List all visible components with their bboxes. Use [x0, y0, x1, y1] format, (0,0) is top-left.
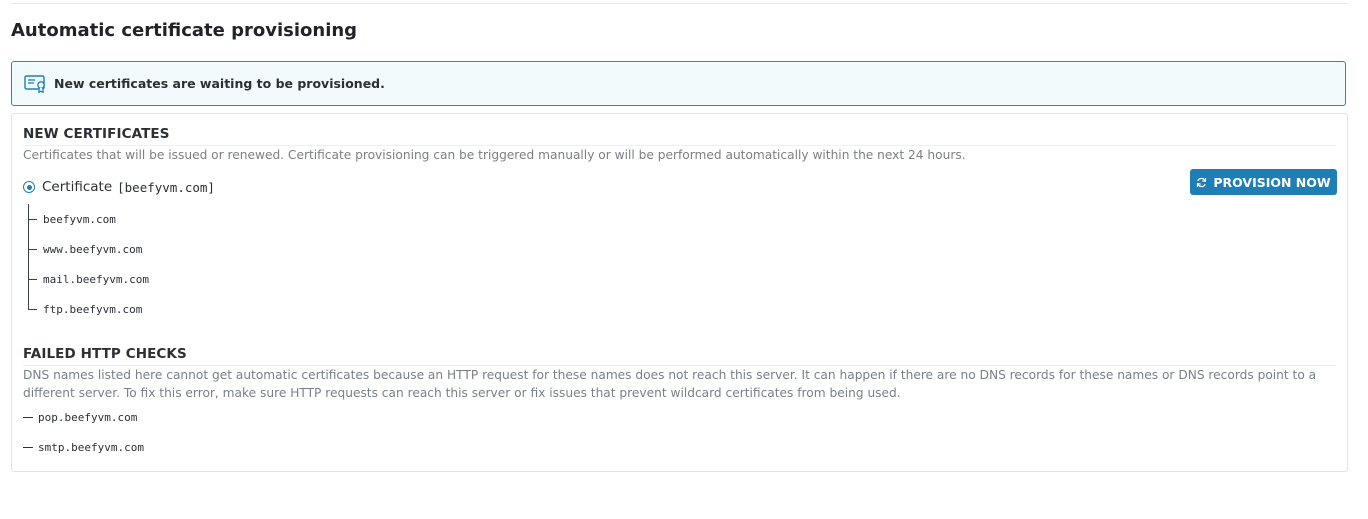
provision-now-label: PROVISION NOW: [1213, 174, 1331, 190]
failed-http-checks-description: DNS names listed here cannot get automat…: [23, 368, 1317, 400]
certificate-radio[interactable]: [23, 181, 35, 193]
certificate-icon: [23, 73, 49, 95]
page-title: Automatic certificate provisioning: [11, 20, 358, 41]
certificate-name: [beefyvm.com]: [117, 179, 215, 195]
domain-item: mail.beefyvm.com: [28, 272, 149, 286]
failed-http-checks-heading: FAILED HTTP CHECKS: [23, 346, 187, 362]
certificate-provisioning-page: Automatic certificate provisioning New c…: [0, 0, 1368, 519]
provisioning-notice: New certificates are waiting to be provi…: [11, 61, 1346, 106]
new-certificates-description: Certificates that will be issued or rene…: [23, 148, 966, 162]
domain-item: ftp.beefyvm.com: [28, 302, 142, 316]
provision-now-button[interactable]: PROVISION NOW: [1190, 169, 1337, 195]
certificate-domain-tree: beefyvm.com www.beefyvm.com mail.beefyvm…: [28, 204, 328, 316]
domain-item: www.beefyvm.com: [28, 242, 142, 256]
failed-name-item: smtp.beefyvm.com: [23, 440, 144, 454]
certificates-panel: NEW CERTIFICATES Certificates that will …: [11, 113, 1348, 472]
certificate-label: Certificate: [42, 179, 113, 195]
notice-text: New certificates are waiting to be provi…: [54, 76, 385, 91]
refresh-icon: [1196, 177, 1207, 188]
certificate-option[interactable]: Certificate [beefyvm.com]: [23, 178, 215, 196]
domain-item: beefyvm.com: [28, 212, 116, 226]
failed-name-item: pop.beefyvm.com: [23, 410, 137, 424]
top-divider: [11, 3, 1348, 4]
new-certificates-heading: NEW CERTIFICATES: [23, 126, 170, 142]
